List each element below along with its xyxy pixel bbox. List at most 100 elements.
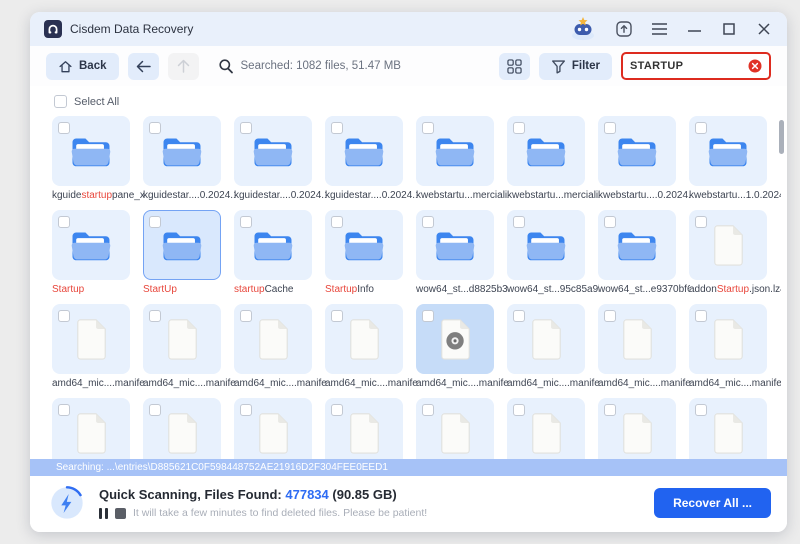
file-tile[interactable]: [143, 398, 221, 459]
tile-label: kguidestar....0.2024.14: [143, 190, 235, 201]
file-tile[interactable]: [598, 210, 676, 280]
tile-checkbox[interactable]: [513, 216, 525, 228]
tile-checkbox[interactable]: [240, 216, 252, 228]
select-all[interactable]: Select All: [30, 86, 787, 116]
files-found-size: (90.85 GB): [332, 487, 397, 502]
file-tile[interactable]: [52, 304, 130, 374]
file-tile[interactable]: [325, 116, 403, 186]
file-tile[interactable]: [143, 116, 221, 186]
file-tile[interactable]: [689, 304, 767, 374]
tile-checkbox[interactable]: [604, 310, 616, 322]
back-button[interactable]: Back: [46, 52, 119, 80]
file-icon: [712, 412, 745, 454]
file-tile[interactable]: [234, 398, 312, 459]
tile-checkbox[interactable]: [604, 404, 616, 416]
tile-checkbox[interactable]: [58, 404, 70, 416]
file-tile[interactable]: [689, 116, 767, 186]
tile-checkbox[interactable]: [331, 122, 343, 134]
tile-checkbox[interactable]: [695, 404, 707, 416]
tile-checkbox[interactable]: [422, 310, 434, 322]
file-tile[interactable]: [234, 304, 312, 374]
file-tile[interactable]: [416, 116, 494, 186]
file-tile[interactable]: [689, 210, 767, 280]
tile-checkbox[interactable]: [240, 122, 252, 134]
file-icon: [621, 318, 654, 360]
tile-checkbox[interactable]: [695, 310, 707, 322]
file-tile[interactable]: [507, 304, 585, 374]
file-tile[interactable]: [52, 210, 130, 280]
tile-checkbox[interactable]: [695, 122, 707, 134]
file-tile[interactable]: [234, 210, 312, 280]
search-input[interactable]: [630, 60, 740, 72]
file-tile[interactable]: [598, 116, 676, 186]
nav-back-button[interactable]: [127, 52, 159, 80]
scanning-spinner-icon: [48, 484, 86, 522]
tile-checkbox[interactable]: [240, 310, 252, 322]
file-tile[interactable]: [143, 210, 221, 280]
file-icon: [348, 318, 381, 360]
file-tile[interactable]: [143, 304, 221, 374]
file-tile[interactable]: [234, 116, 312, 186]
file-tile[interactable]: [507, 210, 585, 280]
file-cell: kwebstartu...mercialize: [507, 116, 599, 201]
file-cell: kwebstartu...1.0.2024.2: [689, 116, 781, 201]
tile-checkbox[interactable]: [422, 216, 434, 228]
tile-checkbox[interactable]: [149, 404, 161, 416]
tile-checkbox[interactable]: [604, 122, 616, 134]
file-cell: amd64_mic....manifest: [52, 304, 144, 389]
tile-checkbox[interactable]: [149, 216, 161, 228]
file-tile[interactable]: [52, 398, 130, 459]
tile-checkbox[interactable]: [422, 404, 434, 416]
file-tile[interactable]: [325, 304, 403, 374]
file-tile[interactable]: [52, 116, 130, 186]
nav-up-button[interactable]: [167, 52, 199, 80]
scrollbar[interactable]: [779, 92, 784, 453]
file-cell: startupCache: [234, 210, 312, 295]
grid-view-button[interactable]: [498, 52, 530, 80]
tile-checkbox[interactable]: [149, 310, 161, 322]
desktop-background: Cisdem Data Recovery Back Searched: 1082…: [0, 0, 800, 544]
select-all-checkbox[interactable]: [54, 95, 67, 108]
tile-checkbox[interactable]: [331, 404, 343, 416]
file-cell: StartUp: [143, 210, 221, 295]
tile-checkbox[interactable]: [331, 216, 343, 228]
tile-checkbox[interactable]: [149, 122, 161, 134]
file-tile[interactable]: [507, 116, 585, 186]
assistant-mascot-icon[interactable]: [568, 17, 598, 41]
stop-icon[interactable]: [115, 507, 126, 519]
file-tile[interactable]: [416, 398, 494, 459]
file-tile[interactable]: [416, 304, 494, 374]
pause-icon[interactable]: [99, 507, 108, 519]
tile-checkbox[interactable]: [331, 310, 343, 322]
folder-icon: [614, 133, 660, 170]
scrollbar-thumb[interactable]: [779, 120, 784, 154]
tile-checkbox[interactable]: [513, 310, 525, 322]
file-tile[interactable]: [325, 398, 403, 459]
tile-checkbox[interactable]: [513, 404, 525, 416]
file-tile[interactable]: [689, 398, 767, 459]
tile-checkbox[interactable]: [695, 216, 707, 228]
menu-icon[interactable]: [650, 20, 668, 38]
recover-all-button[interactable]: Recover All ...: [654, 488, 771, 518]
tile-checkbox[interactable]: [58, 216, 70, 228]
maximize-icon[interactable]: [720, 20, 738, 38]
tile-checkbox[interactable]: [240, 404, 252, 416]
file-tile[interactable]: [325, 210, 403, 280]
filter-button[interactable]: Filter: [538, 52, 612, 80]
file-icon: [166, 412, 199, 454]
tile-checkbox[interactable]: [422, 122, 434, 134]
file-cell: amd64_mic....manifest: [507, 304, 599, 389]
search-box[interactable]: [621, 52, 771, 80]
close-icon[interactable]: [755, 20, 773, 38]
file-tile[interactable]: [507, 398, 585, 459]
file-tile[interactable]: [598, 398, 676, 459]
tile-checkbox[interactable]: [58, 122, 70, 134]
minimize-icon[interactable]: [685, 20, 703, 38]
tile-checkbox[interactable]: [513, 122, 525, 134]
clear-search-icon[interactable]: [748, 59, 762, 73]
upgrade-icon[interactable]: [615, 20, 633, 38]
tile-checkbox[interactable]: [604, 216, 616, 228]
file-tile[interactable]: [598, 304, 676, 374]
tile-checkbox[interactable]: [58, 310, 70, 322]
file-tile[interactable]: [416, 210, 494, 280]
